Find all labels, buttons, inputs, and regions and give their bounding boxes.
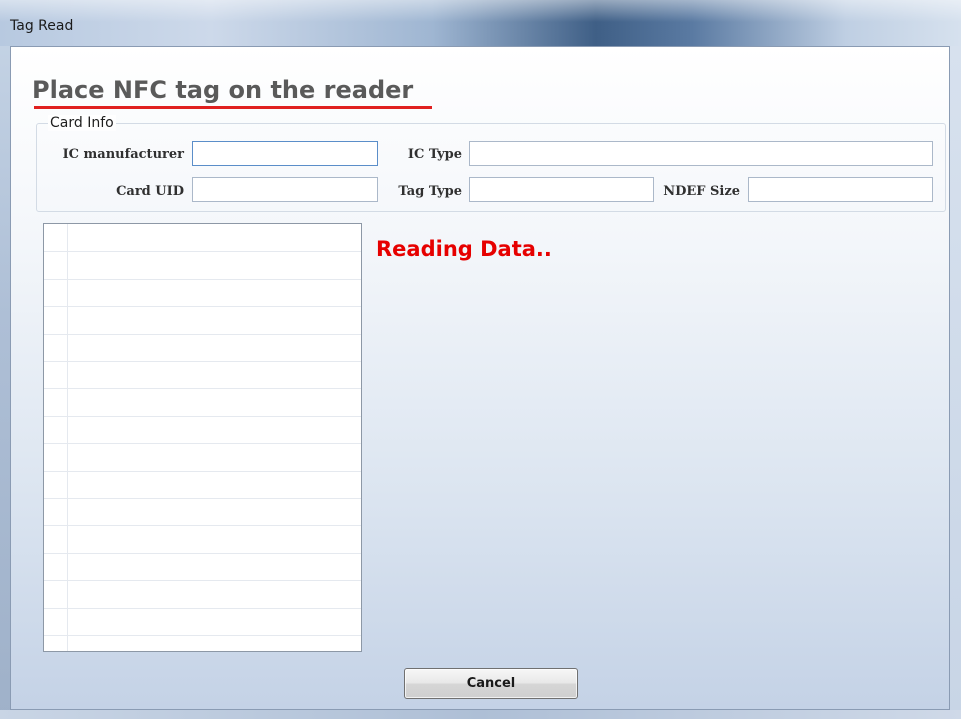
list-row-divider <box>44 525 361 526</box>
page-heading: Place NFC tag on the reader <box>32 76 414 104</box>
list-row-divider <box>44 334 361 335</box>
heading-underline <box>34 106 432 109</box>
tag-type-label: Tag Type <box>398 184 462 199</box>
ndef-size-field[interactable] <box>748 177 933 202</box>
list-row-divider <box>44 553 361 554</box>
card-uid-label: Card UID <box>116 184 184 199</box>
list-row-divider <box>44 306 361 307</box>
list-row-divider <box>44 498 361 499</box>
ic-manufacturer-field[interactable] <box>192 141 378 166</box>
list-row-divider <box>44 416 361 417</box>
list-column-divider <box>67 224 68 651</box>
tag-type-field[interactable] <box>469 177 654 202</box>
list-row-divider <box>44 251 361 252</box>
window-title: Tag Read <box>10 18 74 34</box>
tag-read-window: Tag Read Place NFC tag on the reader Car… <box>0 0 961 719</box>
list-row-divider <box>44 635 361 636</box>
list-row-divider <box>44 580 361 581</box>
list-row-divider <box>44 279 361 280</box>
ndef-size-label: NDEF Size <box>663 184 740 199</box>
window-frame-bottom <box>0 710 961 719</box>
ic-type-label: IC Type <box>407 147 462 162</box>
card-uid-field[interactable] <box>192 177 378 202</box>
reading-status: Reading Data.. <box>376 237 552 261</box>
window-frame-left <box>0 46 10 719</box>
list-row-divider <box>44 388 361 389</box>
list-row-divider <box>44 471 361 472</box>
card-info-legend: Card Info <box>48 115 116 131</box>
cancel-button[interactable]: Cancel <box>404 668 578 699</box>
title-bar[interactable]: Tag Read <box>0 0 961 46</box>
ic-type-field[interactable] <box>469 141 933 166</box>
list-row-divider <box>44 443 361 444</box>
window-frame-right <box>950 46 961 719</box>
ic-manufacturer-label: IC manufacturer <box>62 147 184 162</box>
tag-data-list[interactable] <box>43 223 362 652</box>
list-row-divider <box>44 608 361 609</box>
list-row-divider <box>44 361 361 362</box>
